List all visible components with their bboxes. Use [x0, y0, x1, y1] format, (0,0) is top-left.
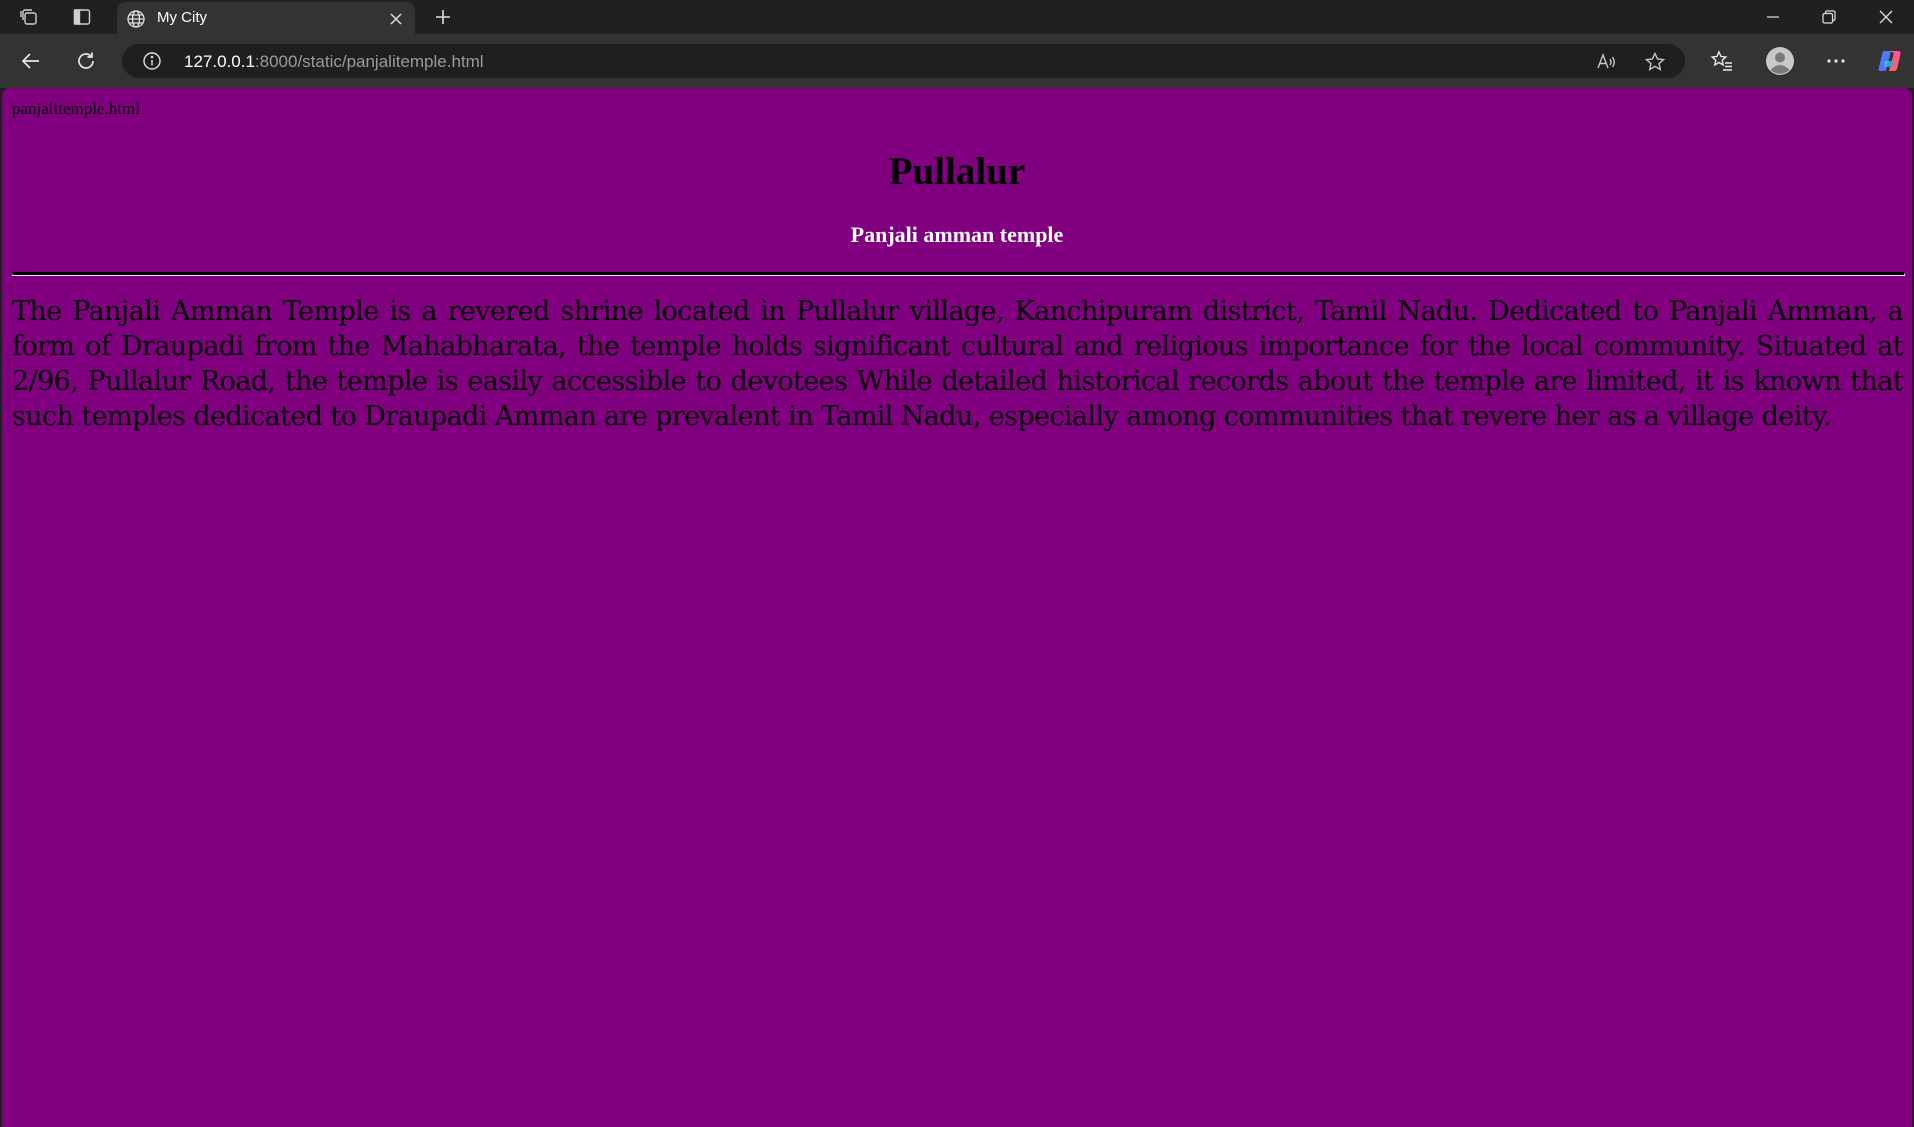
close-icon[interactable]: [385, 8, 407, 30]
refresh-button[interactable]: [68, 43, 104, 79]
url-text[interactable]: 127.0.0.1:8000/static/panjalitemple.html: [184, 52, 484, 71]
page-filename: panjalitemple.html: [12, 99, 140, 118]
profile-icon: [1766, 47, 1794, 75]
divider: [12, 272, 1905, 276]
back-arrow-icon: [21, 53, 39, 69]
plus-icon: [436, 10, 450, 24]
restore-icon: [1822, 10, 1836, 24]
page-title: Pullalur: [888, 150, 1026, 193]
favorites-button[interactable]: [1704, 43, 1740, 79]
globe-icon: [126, 9, 146, 29]
tab-title: My City: [157, 9, 207, 26]
more-icon: [1827, 59, 1845, 63]
page-viewport: panjalitemple.html Pullalur Panjali amma…: [2, 88, 1912, 1127]
new-tab-button[interactable]: [425, 2, 461, 32]
url-path: :8000/static/panjalitemple.html: [254, 52, 484, 71]
profile-button[interactable]: [1762, 43, 1798, 79]
back-button[interactable]: [13, 43, 49, 79]
info-icon[interactable]: [142, 51, 162, 71]
copilot-icon: [1878, 51, 1901, 71]
restore-button[interactable]: [1801, 0, 1857, 34]
close-icon: [1879, 10, 1893, 24]
read-aloud-icon[interactable]: [1595, 51, 1617, 73]
favorites-icon: [1710, 50, 1732, 71]
url-host: 127.0.0.1: [184, 52, 255, 71]
workspaces-icon[interactable]: [11, 2, 47, 32]
more-button[interactable]: [1818, 43, 1854, 79]
tab-my-city[interactable]: My City: [117, 2, 415, 34]
address-bar[interactable]: 127.0.0.1:8000/static/panjalitemple.html: [122, 44, 1685, 78]
tab-actions-icon[interactable]: [64, 2, 100, 32]
refresh-icon: [78, 52, 94, 69]
tab-strip: My City: [0, 0, 1914, 34]
star-icon[interactable]: [1644, 51, 1666, 73]
page-subtitle: Panjali amman temple: [850, 222, 1064, 247]
minimize-icon: [1767, 16, 1779, 18]
page-paragraph: The Panjali Amman Temple is a revered sh…: [12, 296, 1904, 432]
close-window-button[interactable]: [1858, 0, 1914, 34]
copilot-button[interactable]: [1872, 43, 1908, 79]
minimize-button[interactable]: [1745, 0, 1801, 34]
browser-toolbar: 127.0.0.1:8000/static/panjalitemple.html: [0, 34, 1914, 88]
